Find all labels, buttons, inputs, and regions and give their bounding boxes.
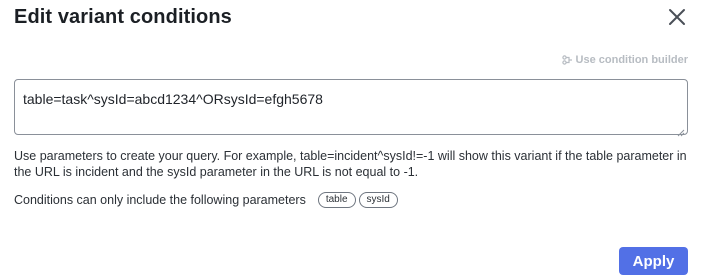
query-textarea[interactable]: table=task^sysId=abcd1234^ORsysId=efgh56…: [14, 79, 688, 137]
edit-variant-conditions-dialog: Edit variant conditions Use condition bu…: [0, 0, 704, 280]
apply-button[interactable]: Apply: [619, 247, 688, 275]
condition-builder-icon: [561, 55, 573, 65]
use-condition-builder-label: Use condition builder: [575, 54, 688, 66]
use-condition-builder-link[interactable]: Use condition builder: [561, 54, 688, 66]
parameter-chip-sysid: sysId: [358, 192, 398, 208]
help-text: Use parameters to create your query. For…: [14, 149, 687, 179]
allowed-parameters-label: Conditions can only include the followin…: [14, 193, 306, 207]
parameter-chip-table: table: [317, 192, 356, 208]
resize-grip-icon[interactable]: [677, 124, 685, 137]
close-button[interactable]: [666, 8, 688, 30]
query-text: table=task^sysId=abcd1234^ORsysId=efgh56…: [23, 91, 323, 107]
close-icon: [668, 8, 686, 31]
dialog-title: Edit variant conditions: [14, 6, 232, 28]
allowed-parameters-row: Conditions can only include the followin…: [14, 192, 401, 208]
